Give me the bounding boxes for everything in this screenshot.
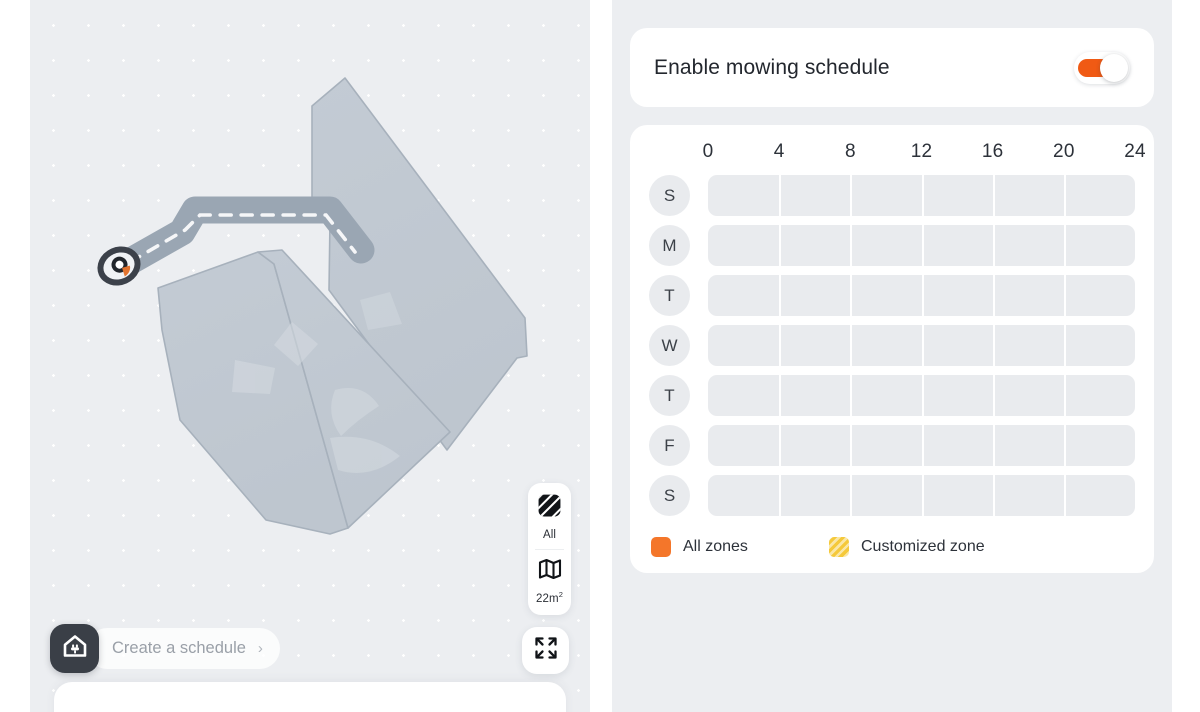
enable-schedule-card: Enable mowing schedule [630,28,1154,107]
track-tick [850,375,853,416]
legend-label-customized-zone: Customized zone [861,538,985,555]
map-fold-icon [528,557,571,586]
track-tick [921,225,924,266]
track-tick [850,225,853,266]
track-tick [779,225,782,266]
track-tick [850,475,853,516]
day-chip-sunday[interactable]: S [649,175,690,216]
schedule-track-saturday[interactable] [708,475,1135,516]
map-control-divider [535,549,564,550]
schedule-day-rows[interactable]: SMTWTFS [649,175,1135,516]
lawn-map-graphic [97,77,528,535]
legend-item-customized-zone: Customized zone [829,537,985,557]
dock-button[interactable] [50,624,99,673]
legend-swatch-all-zones [651,537,671,557]
hour-label-12: 12 [910,141,933,162]
house-plug-dock-icon [61,632,89,665]
track-tick [921,325,924,366]
map-control-zones[interactable]: All [528,490,571,545]
recenter-button[interactable] [522,627,569,674]
track-tick [921,475,924,516]
create-schedule-button[interactable]: Create a schedule › [87,628,280,669]
day-chip-monday[interactable]: M [649,225,690,266]
day-chip-tuesday[interactable]: T [649,275,690,316]
track-tick [1063,325,1066,366]
track-tick [992,325,995,366]
track-tick [921,375,924,416]
track-tick [992,275,995,316]
track-tick [921,175,924,216]
track-tick [1063,425,1066,466]
day-chip-friday[interactable]: F [649,425,690,466]
track-tick [779,175,782,216]
create-schedule-label: Create a schedule [112,639,246,657]
bottom-sheet-peek[interactable] [54,682,566,712]
schedule-row-saturday[interactable]: S [649,475,1135,516]
track-tick [1063,225,1066,266]
track-tick [992,225,995,266]
enable-schedule-toggle[interactable] [1074,51,1130,84]
track-tick [779,425,782,466]
legend-swatch-customized-zone [829,537,849,557]
hour-label-0: 0 [702,141,714,162]
app-screen: All 22m2 Create a schedule › Enable mowi… [0,0,1200,712]
schedule-track-sunday[interactable] [708,175,1135,216]
map-control-area-label: 22m2 [536,590,563,605]
track-tick [779,475,782,516]
day-chip-thursday[interactable]: T [649,375,690,416]
legend-label-all-zones: All zones [683,538,748,555]
schedule-row-thursday[interactable]: T [649,375,1135,416]
track-tick [850,175,853,216]
fit-to-screen-icon [533,635,559,666]
track-tick [779,325,782,366]
chevron-right-icon: › [257,640,263,657]
day-chip-wednesday[interactable]: W [649,325,690,366]
track-tick [992,375,995,416]
schedule-track-tuesday[interactable] [708,275,1135,316]
schedule-row-sunday[interactable]: S [649,175,1135,216]
schedule-track-wednesday[interactable] [708,325,1135,366]
schedule-row-wednesday[interactable]: W [649,325,1135,366]
schedule-track-thursday[interactable] [708,375,1135,416]
track-tick [992,425,995,466]
hour-label-8: 8 [844,141,856,162]
track-tick [921,425,924,466]
track-tick [921,275,924,316]
track-tick [1063,275,1066,316]
map-control-area[interactable]: 22m2 [528,554,571,609]
hour-label-20: 20 [1053,141,1075,162]
track-tick [850,425,853,466]
schedule-grid-card: 0 4 8 12 16 20 24 SMTWTFS All zones Customized… [630,125,1154,573]
hour-label-24: 24 [1124,141,1146,162]
track-tick [850,275,853,316]
map-control-zones-label: All [542,529,557,541]
schedule-legend: All zones Customized zone [649,525,1135,559]
schedule-row-monday[interactable]: M [649,225,1135,266]
schedule-track-friday[interactable] [708,425,1135,466]
track-tick [779,375,782,416]
toggle-knob [1100,53,1128,82]
map-panel[interactable]: All 22m2 Create a schedule › [30,0,590,712]
track-tick [850,325,853,366]
track-tick [992,175,995,216]
legend-item-all-zones: All zones [651,537,829,557]
striped-square-icon [528,493,571,523]
schedule-shortcut-row[interactable]: Create a schedule › [50,624,280,673]
schedule-panel: Enable mowing schedule 0 4 8 12 16 20 24 SMTWT… [612,0,1172,712]
day-chip-saturday[interactable]: S [649,475,690,516]
track-tick [992,475,995,516]
track-tick [1063,375,1066,416]
track-tick [779,275,782,316]
track-tick [1063,175,1066,216]
hour-label-16: 16 [981,141,1004,162]
enable-schedule-label: Enable mowing schedule [654,55,890,79]
map-control-stack[interactable]: All 22m2 [528,483,571,615]
hour-label-4: 4 [773,141,785,162]
schedule-row-friday[interactable]: F [649,425,1135,466]
track-tick [1063,475,1066,516]
schedule-row-tuesday[interactable]: T [649,275,1135,316]
hour-axis: 0 4 8 12 16 20 24 [649,141,1146,169]
schedule-track-monday[interactable] [708,225,1135,266]
